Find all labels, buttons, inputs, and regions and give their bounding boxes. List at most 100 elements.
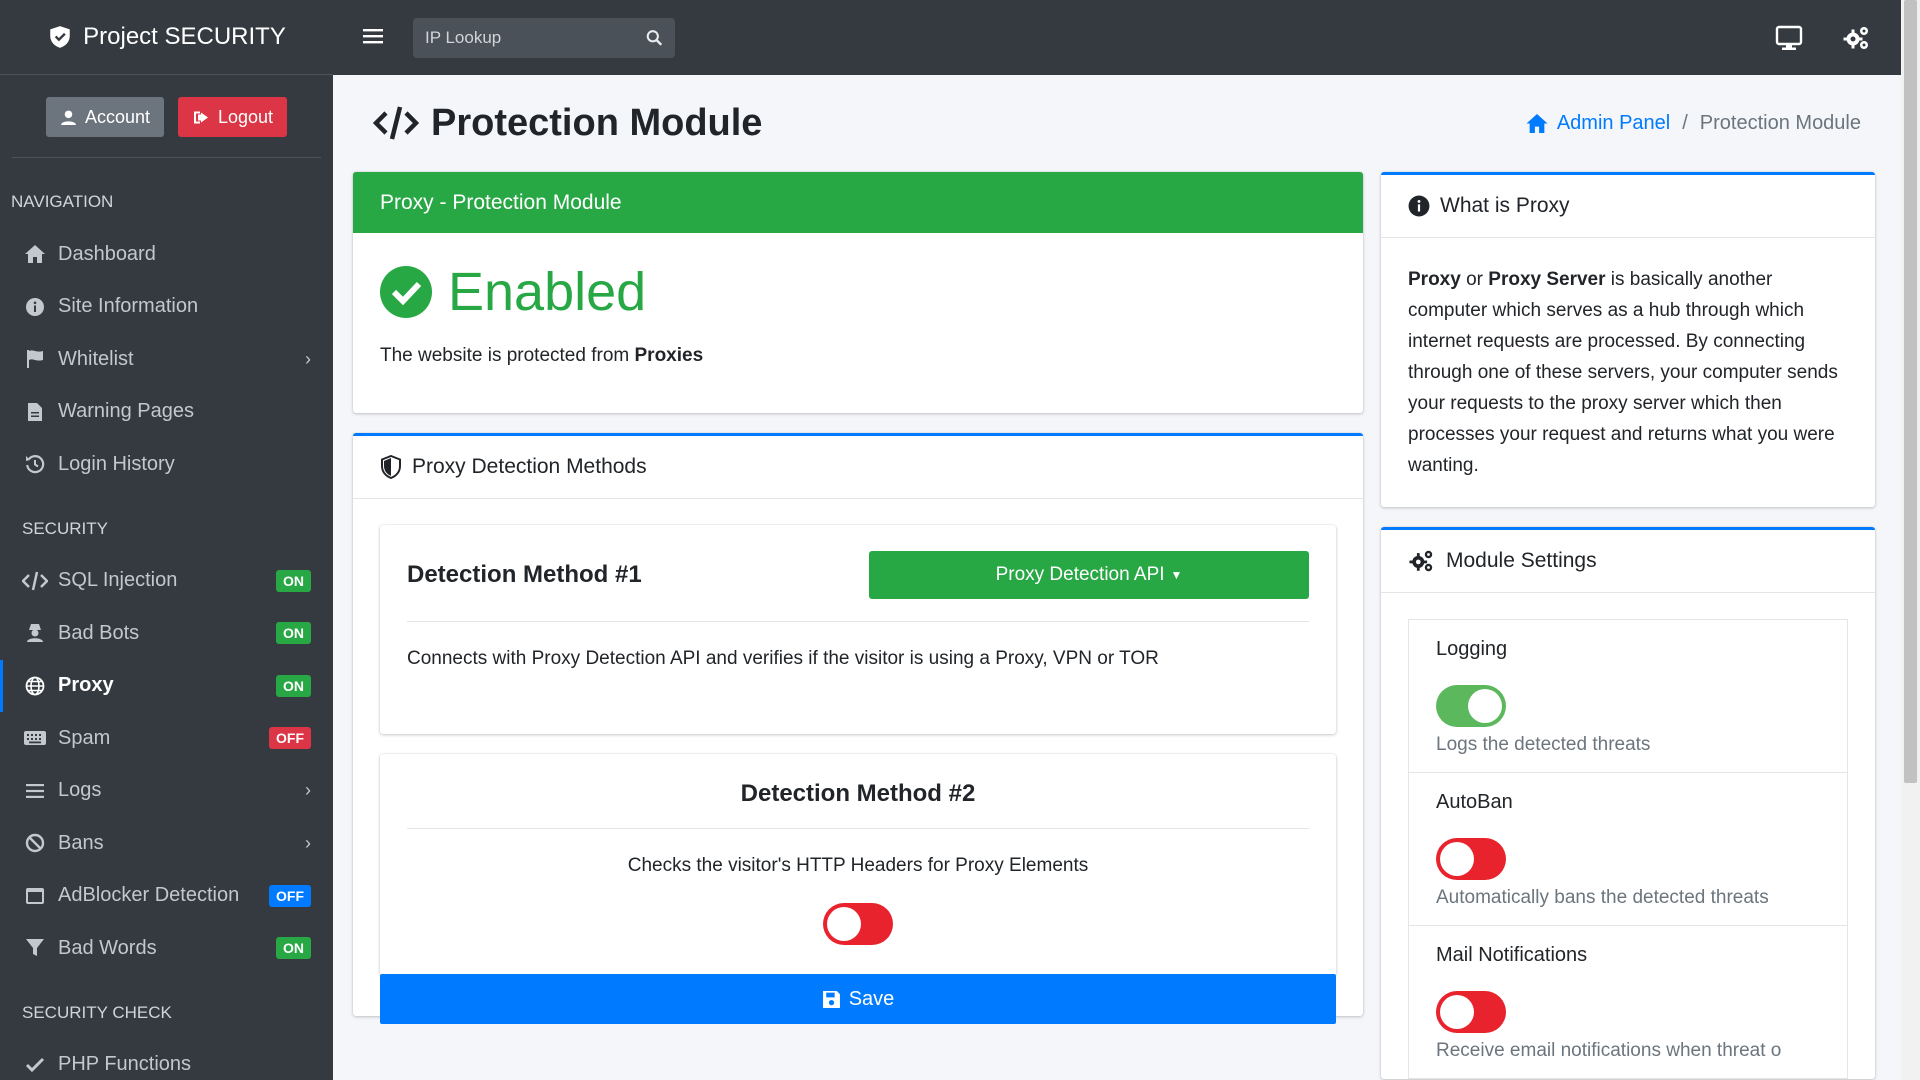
user-secret-icon	[22, 623, 48, 643]
main-content: Protection Module Admin Panel / Protecti…	[333, 75, 1901, 1080]
cogs-icon	[1409, 550, 1433, 572]
user-icon	[61, 110, 76, 125]
caret-down-icon: ▼	[1170, 568, 1183, 582]
keyboard-icon	[22, 729, 48, 747]
sidebar-item-login-history[interactable]: Login History	[0, 438, 333, 491]
proxy-info-text: Proxy or Proxy Server is basically anoth…	[1381, 238, 1875, 507]
setting-description: Logs the detected threats	[1436, 734, 1651, 755]
nav-header-navigation: NAVIGATION	[11, 192, 114, 211]
what-is-proxy-card: What is Proxy Proxy or Proxy Server is b…	[1381, 172, 1875, 507]
sidebar: Project SECURITY Account Logout NAVIGATI…	[0, 0, 333, 1080]
status-card: Proxy - Protection Module Enabled The we…	[353, 172, 1363, 413]
brand-name: Project SECURITY	[83, 23, 286, 50]
history-icon	[22, 454, 48, 474]
file-icon	[22, 402, 48, 422]
check-icon	[22, 1057, 48, 1073]
sidebar-item-sql-injection[interactable]: SQL Injection ON	[0, 555, 333, 608]
status-badge: OFF	[269, 884, 311, 907]
sidebar-item-label: Site Information	[58, 295, 199, 318]
sidebar-item-spam[interactable]: Spam OFF	[0, 712, 333, 765]
status-badge: ON	[276, 622, 311, 645]
shield-icon	[50, 26, 70, 48]
detection-methods-card: Proxy Detection Methods Detection Method…	[353, 433, 1363, 1016]
protected-text-prefix: The website is protected from	[380, 345, 635, 366]
logout-button[interactable]: Logout	[177, 97, 288, 137]
menu-toggle-button[interactable]	[363, 24, 383, 52]
sidebar-item-php-functions[interactable]: PHP Functions	[0, 1039, 333, 1080]
module-settings-card: Module Settings Logging Logs the detecte…	[1381, 527, 1875, 1079]
what-is-proxy-title: What is Proxy	[1440, 194, 1570, 217]
logout-label: Logout	[217, 106, 274, 127]
sidebar-item-label: Logs	[58, 779, 102, 802]
account-label: Account	[84, 106, 150, 127]
info-circle-icon	[1408, 195, 1430, 217]
setting-toggle-wrap	[1436, 685, 1820, 732]
breadcrumb-home-label: Admin Panel	[1556, 111, 1671, 134]
status-badge: ON	[276, 674, 311, 697]
method-2-toggle-wrap	[407, 877, 1309, 950]
proxy-detection-api-dropdown[interactable]: Proxy Detection API ▼	[869, 551, 1309, 599]
user-buttons: Account Logout	[12, 75, 321, 158]
home-icon	[1526, 113, 1548, 133]
sidebar-item-label: Warning Pages	[58, 400, 194, 423]
setting-logging: Logging Logs the detected threats	[1408, 619, 1848, 773]
method-2-title: Detection Method #2	[407, 780, 1309, 829]
setting-title: Mail Notifications	[1436, 944, 1588, 966]
status-badge: ON	[276, 569, 311, 592]
account-button[interactable]: Account	[45, 97, 164, 137]
search-icon[interactable]	[646, 28, 663, 48]
window-icon	[22, 887, 48, 905]
home-icon	[22, 244, 48, 264]
top-icons	[1775, 24, 1901, 52]
flag-icon	[22, 349, 48, 369]
or-text: or	[1460, 269, 1489, 290]
cogs-icon[interactable]	[1843, 24, 1871, 52]
mail-notifications-toggle[interactable]	[1436, 991, 1506, 1033]
method-1-row: Detection Method #1 Proxy Detection API …	[407, 551, 1309, 622]
module-settings-header: Module Settings	[1381, 530, 1875, 593]
setting-autoban: AutoBan Automatically bans the detected …	[1408, 773, 1848, 926]
module-settings-title: Module Settings	[1446, 549, 1597, 572]
sidebar-item-whitelist[interactable]: Whitelist ›	[0, 333, 333, 386]
breadcrumb-current: Protection Module	[1699, 111, 1861, 134]
module-settings-body: Logging Logs the detected threats AutoBa…	[1381, 593, 1875, 1079]
save-icon	[822, 990, 840, 1008]
filter-icon	[22, 938, 48, 958]
proxy-info-body: is basically another computer which serv…	[1408, 269, 1838, 476]
detection-methods-header: Proxy Detection Methods	[353, 436, 1363, 499]
shield-icon	[381, 455, 401, 479]
sidebar-item-label: Proxy	[58, 674, 114, 697]
autoban-toggle[interactable]	[1436, 838, 1506, 880]
sidebar-item-adblocker-detection[interactable]: AdBlocker Detection OFF	[0, 870, 333, 923]
page-title: Protection Module	[373, 102, 762, 145]
sidebar-item-label: Spam	[58, 726, 111, 749]
proxy-term: Proxy	[1408, 269, 1461, 290]
sidebar-item-proxy[interactable]: Proxy ON	[0, 659, 333, 712]
scrollbar[interactable]	[1901, 0, 1920, 1080]
what-is-proxy-header: What is Proxy	[1381, 175, 1875, 238]
sidebar-item-label: AdBlocker Detection	[58, 884, 240, 907]
breadcrumb-home-link[interactable]: Admin Panel	[1525, 112, 1670, 135]
sidebar-item-warning-pages[interactable]: Warning Pages	[0, 386, 333, 439]
setting-toggle-wrap	[1436, 838, 1820, 885]
save-button[interactable]: Save	[380, 974, 1336, 1024]
code-icon	[373, 106, 419, 140]
hamburger-icon	[363, 28, 383, 43]
sidebar-item-site-information[interactable]: Site Information	[0, 281, 333, 334]
sidebar-item-bans[interactable]: Bans ›	[0, 817, 333, 870]
desktop-icon[interactable]	[1775, 24, 1803, 52]
sign-out-icon	[193, 111, 208, 123]
scrollbar-thumb[interactable]	[1904, 0, 1917, 783]
method-2-toggle[interactable]	[823, 903, 893, 945]
sidebar-item-dashboard[interactable]: Dashboard	[0, 228, 333, 281]
sidebar-item-logs[interactable]: Logs ›	[0, 765, 333, 818]
sidebar-item-bad-words[interactable]: Bad Words ON	[0, 922, 333, 975]
brand[interactable]: Project SECURITY	[0, 0, 333, 75]
sidebar-item-bad-bots[interactable]: Bad Bots ON	[0, 607, 333, 660]
logging-toggle[interactable]	[1436, 685, 1506, 727]
search-input[interactable]	[425, 27, 646, 48]
page-header: Protection Module Admin Panel / Protecti…	[353, 75, 1881, 171]
sidebar-item-label: Bad Bots	[58, 621, 140, 644]
setting-description: Receive email notifications when threat …	[1436, 1040, 1782, 1061]
toggle-knob	[1468, 689, 1502, 723]
